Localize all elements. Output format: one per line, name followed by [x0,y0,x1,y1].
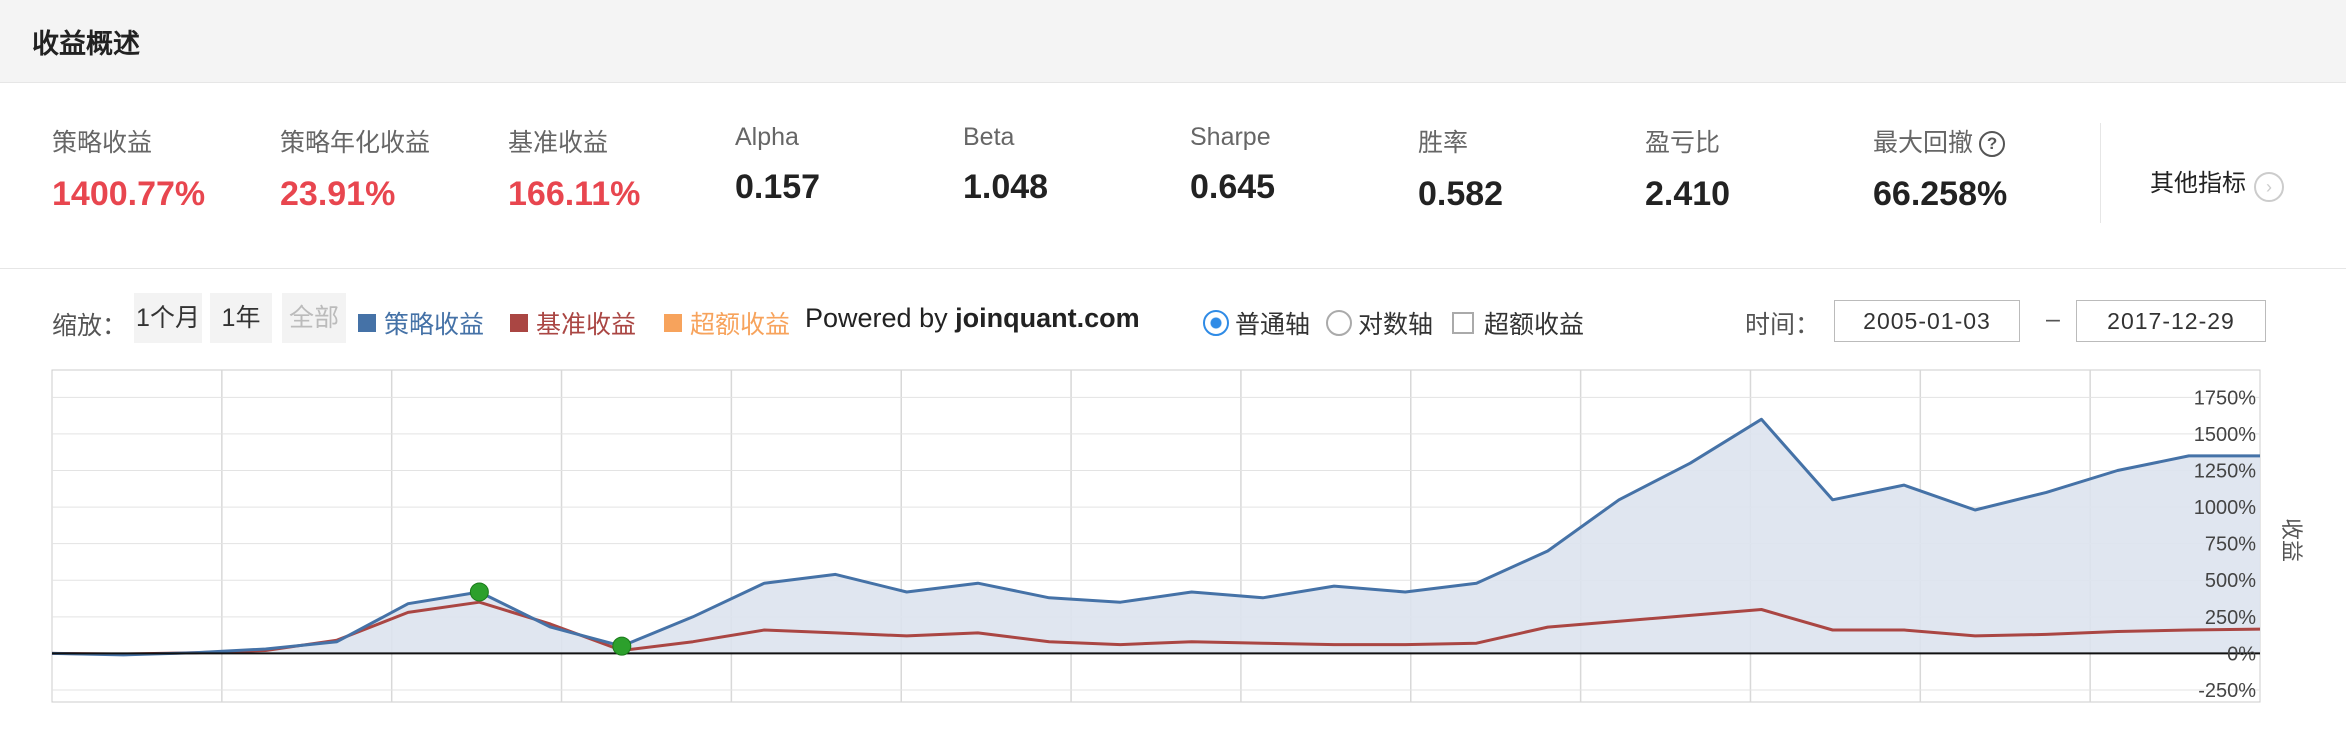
y-tick-label: 0% [2227,643,2256,665]
stat-value: 0.157 [735,168,821,206]
stat-label: 策略年化收益 [280,129,431,157]
trade-marker [469,582,489,602]
stat-value: 66.258% [1873,175,2008,213]
stat-value: 166.11% [508,175,641,213]
checkbox-label: 超额收益 [1484,311,1585,339]
excess-return-checkbox[interactable]: 超额收益 [1452,305,1584,341]
date-separator: – [2046,305,2060,333]
trade-marker [612,636,632,656]
zoom-1-month-button[interactable]: 1个月 [134,293,202,343]
y-tick-label: 250% [2205,607,2256,629]
y-tick-label: 1750% [2194,387,2256,409]
y-tick-label: 750% [2205,534,2256,556]
legend-label: 超额收益 [690,311,791,339]
stat-annual-return: 策略年化收益 23.91% [280,123,430,214]
radio-unselected-icon [1326,310,1352,336]
other-metrics-label: 其他指标 [2150,170,2246,197]
radio-selected-icon [1203,310,1229,336]
stat-label: Sharpe [1190,123,1271,151]
time-label: 时间： [1745,311,1821,339]
legend-label: 基准收益 [536,311,637,339]
start-date-input[interactable]: 2005-01-03 [1834,300,2020,342]
y-tick-label: 500% [2205,570,2256,592]
legend-benchmark[interactable]: 基准收益 [510,305,636,341]
legend-label: 策略收益 [384,311,485,339]
question-circle-icon[interactable]: ? [1979,131,2006,157]
stat-sharpe: Sharpe 0.645 [1190,123,1275,207]
y-tick-label: 1250% [2194,460,2256,482]
y-axis-title: 收益 [2279,518,2304,562]
axis-option-log[interactable]: 对数轴 [1326,305,1433,341]
returns-chart: 1750%1500%1250%1000%750%500%250%0%-250% … [51,369,2304,703]
legend-swatch [664,314,682,332]
stat-value: 2.410 [1645,175,1731,213]
stat-value: 1.048 [963,168,1049,206]
axis-option-linear[interactable]: 普通轴 [1203,305,1310,341]
radio-label: 普通轴 [1235,311,1311,339]
stat-label: 胜率 [1418,129,1469,157]
y-tick-label: 1000% [2194,497,2256,519]
other-metrics-link[interactable]: 其他指标 › [2150,163,2284,202]
stat-label: Beta [963,123,1015,151]
radio-label: 对数轴 [1358,311,1434,339]
stat-value: 0.645 [1190,168,1276,206]
stat-label: 策略收益 [52,129,153,157]
stat-strategy-return: 策略收益 1400.77% [52,123,205,214]
powered-by-credit: Powered by joinquant.com [805,303,1140,333]
chart-toolbar: 缩放： 1个月 1年 全部 策略收益 基准收益 超额收益 Powered by … [0,293,2346,343]
powered-site: joinquant.com [955,303,1140,333]
stat-max-drawdown: 最大回撤? 66.258% [1873,123,2007,214]
stat-value: 0.582 [1418,175,1504,213]
stat-label: 基准收益 [508,129,609,157]
divider [2100,123,2101,223]
stats-panel: 策略收益 1400.77% 策略年化收益 23.91% 基准收益 166.11%… [0,83,2346,269]
stat-value: 23.91% [280,175,396,213]
stat-label: 盈亏比 [1645,129,1721,157]
legend-excess[interactable]: 超额收益 [664,305,790,341]
page-title: 收益概述 [32,29,140,59]
legend-strategy[interactable]: 策略收益 [358,305,484,341]
zoom-label: 缩放： [52,312,128,340]
zoom-all-button[interactable]: 全部 [282,293,346,343]
chevron-right-circle-icon: › [2254,172,2284,202]
y-tick-label: 1500% [2194,424,2256,446]
zoom-1-year-button[interactable]: 1年 [210,293,272,343]
legend-swatch [358,314,376,332]
y-tick-label: -250% [2198,680,2256,702]
legend-swatch [510,314,528,332]
stat-win-rate: 胜率 0.582 [1418,123,1503,214]
stat-label: 最大回撤 [1873,129,1974,157]
stat-profit-loss-ratio: 盈亏比 2.410 [1645,123,1730,214]
checkbox-icon [1452,312,1474,334]
end-date-input[interactable]: 2017-12-29 [2076,300,2266,342]
summary-header: 收益概述 [0,0,2346,83]
stat-benchmark-return: 基准收益 166.11% [508,123,640,214]
stat-alpha: Alpha 0.157 [735,123,820,207]
stat-beta: Beta 1.048 [963,123,1048,207]
stat-label: Alpha [735,123,799,151]
stat-value: 1400.77% [52,175,206,213]
